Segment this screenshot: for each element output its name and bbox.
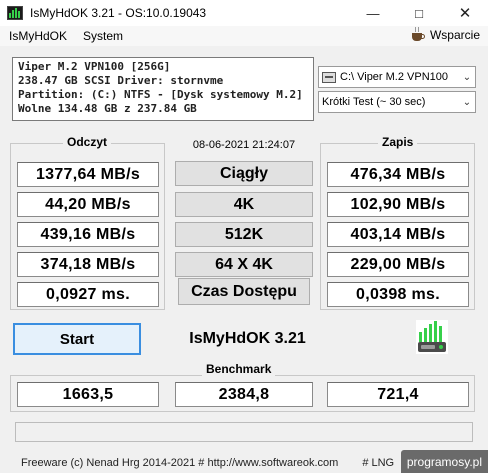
read-access-time-value: 0,0927 ms. bbox=[17, 282, 159, 307]
app-name: IsMyHdOK 3.21 bbox=[189, 330, 306, 347]
write-access-time-value: 0,0398 ms. bbox=[327, 282, 469, 307]
drive-icon bbox=[322, 71, 336, 83]
write-64x4k-value: 229,00 MB/s bbox=[327, 252, 469, 277]
mode-512k-button[interactable]: 512K bbox=[175, 222, 313, 247]
close-button[interactable]: ✕ bbox=[442, 0, 488, 26]
progress-bar bbox=[15, 422, 473, 442]
drive-free: Wolne 134.48 GB z 237.84 GB bbox=[18, 102, 197, 115]
test-select-value: Krótki Test (~ 30 sec) bbox=[322, 96, 426, 108]
mode-access-time-button[interactable]: Czas Dostępu bbox=[178, 278, 310, 305]
minimize-button[interactable]: — bbox=[350, 0, 396, 26]
language-link[interactable]: # LNG bbox=[362, 457, 394, 469]
benchmark-label: Benchmark bbox=[202, 362, 276, 376]
window-title: IsMyHdOK 3.21 - OS:10.0.19043 bbox=[30, 6, 207, 20]
write-continuous-value: 476,34 MB/s bbox=[327, 162, 469, 187]
mode-continuous-button[interactable]: Ciągły bbox=[175, 161, 313, 186]
benchmark-write-value: 721,4 bbox=[327, 382, 469, 407]
read-64x4k-value: 374,18 MB/s bbox=[17, 252, 159, 277]
write-4k-value: 102,90 MB/s bbox=[327, 192, 469, 217]
title-bar: IsMyHdOK 3.21 - OS:10.0.19043 — □ ✕ bbox=[0, 0, 488, 26]
write-label: Zapis bbox=[378, 135, 418, 149]
benchmark-total-value: 2384,8 bbox=[175, 382, 313, 407]
maximize-button[interactable]: □ bbox=[396, 0, 442, 26]
drive-model: Viper M.2 VPN100 [256G] bbox=[18, 60, 171, 73]
watermark: programosy.pl bbox=[400, 450, 488, 473]
chevron-down-icon: ⌄ bbox=[462, 96, 472, 108]
drive-select[interactable]: C:\ Viper M.2 VPN100 ⌄ bbox=[318, 66, 476, 88]
test-select[interactable]: Krótki Test (~ 30 sec) ⌄ bbox=[318, 91, 476, 113]
drive-select-value: C:\ Viper M.2 VPN100 bbox=[340, 71, 449, 83]
read-label: Odczyt bbox=[63, 135, 112, 149]
start-button[interactable]: Start bbox=[13, 323, 141, 355]
write-512k-value: 403,14 MB/s bbox=[327, 222, 469, 247]
coffee-cup-icon bbox=[410, 27, 426, 43]
help-menu[interactable]: Wsparcie bbox=[410, 27, 480, 43]
read-512k-value: 439,16 MB/s bbox=[17, 222, 159, 247]
mode-4k-button[interactable]: 4K bbox=[175, 192, 313, 217]
read-continuous-value: 1377,64 MB/s bbox=[17, 162, 159, 187]
app-icon bbox=[7, 6, 23, 20]
menu-system[interactable]: System bbox=[75, 29, 131, 43]
chevron-down-icon: ⌄ bbox=[462, 71, 472, 83]
app-logo-icon bbox=[416, 320, 448, 354]
menu-bar: IsMyHdOK System Wsparcie bbox=[0, 26, 488, 46]
benchmark-read-value: 1663,5 bbox=[17, 382, 159, 407]
test-datetime: 08-06-2021 21:24:07 bbox=[192, 139, 296, 151]
help-label: Wsparcie bbox=[429, 28, 480, 42]
footer-credit[interactable]: Freeware (c) Nenad Hrg 2014-2021 # http:… bbox=[21, 457, 338, 469]
menu-ismyhdok[interactable]: IsMyHdOK bbox=[0, 29, 75, 43]
drive-info-box: Viper M.2 VPN100 [256G] 238.47 GB SCSI D… bbox=[12, 57, 314, 121]
mode-64x4k-button[interactable]: 64 X 4K bbox=[175, 252, 313, 277]
drive-partition: Partition: (C:) NTFS - [Dysk systemowy M… bbox=[18, 88, 303, 101]
read-4k-value: 44,20 MB/s bbox=[17, 192, 159, 217]
drive-size: 238.47 GB SCSI Driver: stornvme bbox=[18, 74, 224, 87]
